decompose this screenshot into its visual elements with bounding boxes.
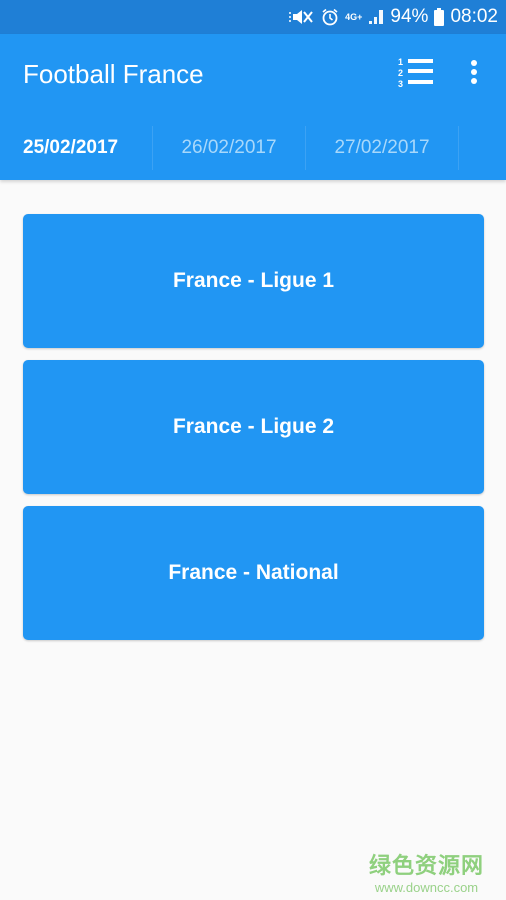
app-title: Football France bbox=[23, 59, 204, 89]
date-tabs: 25/02/2017 26/02/2017 27/02/2017 bbox=[0, 124, 459, 180]
mute-icon bbox=[289, 8, 315, 26]
battery-percent: 94% bbox=[390, 6, 429, 27]
league-list: France - Ligue 1 France - Ligue 2 France… bbox=[23, 214, 484, 652]
clock: 08:02 bbox=[450, 6, 498, 27]
overflow-menu-icon[interactable] bbox=[466, 58, 482, 88]
network-4g-icon: 4G+ bbox=[345, 11, 363, 22]
tab-date-3[interactable]: 27/02/2017 bbox=[306, 126, 459, 170]
battery-icon bbox=[434, 8, 445, 26]
watermark-name: 绿色资源网 bbox=[368, 853, 484, 878]
tab-date-2[interactable]: 26/02/2017 bbox=[153, 126, 306, 170]
standings-icon[interactable]: 1 2 3 bbox=[398, 56, 434, 90]
tab-date-1[interactable]: 25/02/2017 bbox=[0, 126, 153, 170]
league-button-national[interactable]: France - National bbox=[23, 506, 484, 640]
svg-text:1: 1 bbox=[398, 57, 403, 67]
league-button-ligue-2[interactable]: France - Ligue 2 bbox=[23, 360, 484, 494]
league-button-ligue-1[interactable]: France - Ligue 1 bbox=[23, 214, 484, 348]
app-bar: Football France 1 2 3 25/02/2017 26/02/2… bbox=[0, 34, 506, 180]
svg-text:2: 2 bbox=[398, 68, 403, 78]
signal-icon bbox=[368, 9, 384, 25]
status-bar: 4G+ 94% 08:02 bbox=[0, 0, 506, 34]
svg-text:3: 3 bbox=[398, 79, 403, 89]
alarm-icon bbox=[321, 8, 339, 26]
watermark-url: www.downcc.com bbox=[374, 880, 479, 895]
watermark: 绿色资源网 www.downcc.com bbox=[369, 848, 484, 895]
